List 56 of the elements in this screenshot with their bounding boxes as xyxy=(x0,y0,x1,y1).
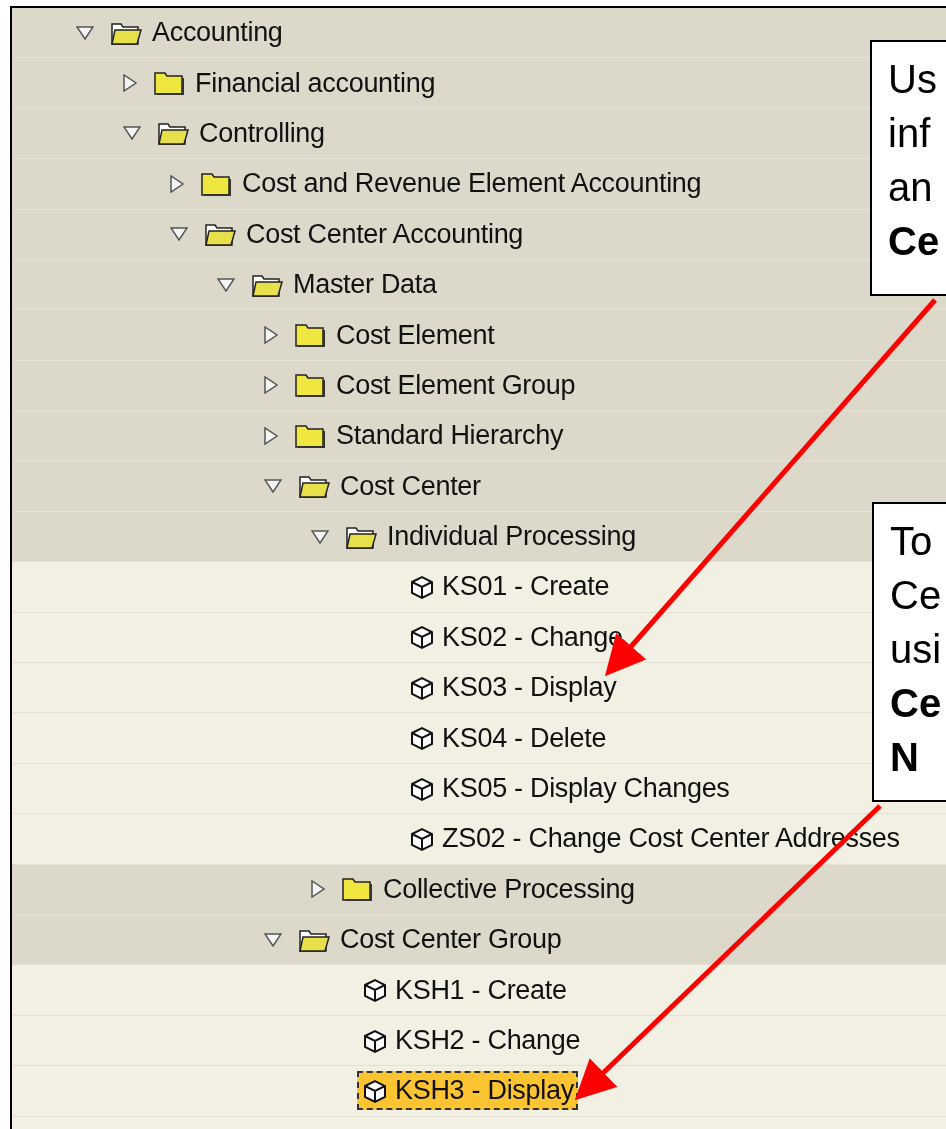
transaction-item[interactable]: KS03 - Display xyxy=(404,668,621,708)
transaction-item[interactable]: KSH2 - Change xyxy=(357,1021,585,1060)
transaction-item[interactable]: KSH3 - Display xyxy=(357,1071,578,1111)
callout-text: N xyxy=(890,734,920,781)
folder-label[interactable]: Cost Center Group xyxy=(340,924,562,956)
collapse-triangle-icon[interactable] xyxy=(264,932,282,947)
transaction-item[interactable]: KS04 - Delete xyxy=(404,718,611,758)
folder-label[interactable]: Individual Processing xyxy=(387,521,636,553)
callout-text: inf xyxy=(888,110,932,157)
folder-label[interactable]: Cost Center Accounting xyxy=(246,218,524,250)
folder-label[interactable]: Cost Element Group xyxy=(336,369,576,401)
cube-icon xyxy=(408,724,436,753)
transaction-item[interactable]: KS02 - Change xyxy=(404,617,627,657)
collapse-triangle-icon[interactable] xyxy=(264,479,282,494)
folder-label[interactable]: Collective Processing xyxy=(383,873,635,905)
callout-text: To xyxy=(890,518,934,565)
cube-icon xyxy=(361,976,389,1005)
folder-label[interactable]: Cost and Revenue Element Accounting xyxy=(242,168,702,200)
folder-icon xyxy=(341,876,373,903)
collapse-triangle-icon[interactable] xyxy=(217,277,235,292)
callout-text: Ce xyxy=(890,572,943,619)
folder-label[interactable]: Financial accounting xyxy=(195,67,436,99)
transaction-item[interactable]: KS05 - Display Changes xyxy=(404,769,734,809)
folder-label[interactable]: Controlling xyxy=(199,117,325,149)
expand-triangle-icon[interactable] xyxy=(123,74,137,93)
collapse-triangle-icon[interactable] xyxy=(123,126,141,141)
open-folder-icon xyxy=(157,120,189,147)
expand-triangle-icon[interactable] xyxy=(170,174,184,193)
transaction-item[interactable]: KS01 - Create xyxy=(404,567,614,607)
callout-text: usi xyxy=(890,626,943,673)
open-folder-icon xyxy=(204,221,236,248)
callout-text: an xyxy=(888,164,934,211)
open-folder-icon xyxy=(298,473,330,500)
folder-icon xyxy=(294,422,326,449)
transaction-item[interactable]: KSH1 - Create xyxy=(357,970,571,1010)
expand-triangle-icon[interactable] xyxy=(264,326,278,345)
folder-label[interactable]: Standard Hierarchy xyxy=(336,420,564,452)
callout-text: Ce xyxy=(890,680,943,727)
folder-icon xyxy=(153,70,185,97)
collapse-triangle-icon[interactable] xyxy=(170,227,188,242)
folder-icon xyxy=(294,372,326,399)
collapse-triangle-icon[interactable] xyxy=(311,529,329,544)
expand-triangle-icon[interactable] xyxy=(311,880,325,899)
cube-icon xyxy=(408,623,436,652)
expand-triangle-icon[interactable] xyxy=(264,376,278,395)
folder-icon xyxy=(200,170,232,197)
callout-text: Us xyxy=(888,56,938,103)
folder-icon xyxy=(294,322,326,349)
folder-label[interactable]: Cost Center xyxy=(340,470,481,502)
cube-icon xyxy=(408,573,436,601)
folder-label[interactable]: Cost Element xyxy=(336,319,495,351)
folder-label[interactable]: Master Data xyxy=(293,269,437,301)
expand-triangle-icon[interactable] xyxy=(264,426,278,445)
folder-label[interactable]: Accounting xyxy=(152,17,283,49)
callout-text: Ce xyxy=(888,218,941,265)
collapse-triangle-icon[interactable] xyxy=(76,25,94,40)
